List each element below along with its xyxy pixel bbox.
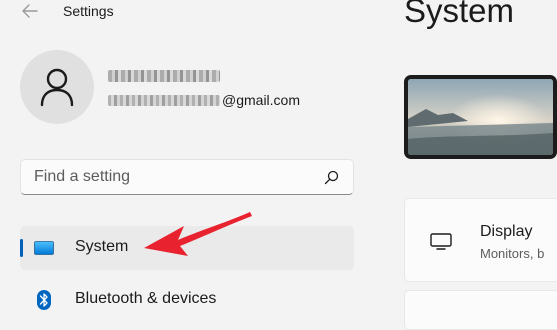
avatar[interactable] (20, 50, 94, 124)
search-box[interactable] (20, 159, 354, 195)
display-card[interactable]: Display Monitors, b (404, 198, 557, 282)
page-title: System (404, 0, 515, 29)
monitor-icon (34, 239, 54, 257)
sidebar-item-bluetooth-devices[interactable]: Bluetooth & devices (20, 278, 354, 322)
settings-card[interactable] (404, 290, 557, 330)
user-name-redacted (108, 70, 220, 82)
user-email: @gmail.com (108, 92, 300, 108)
search-input[interactable] (21, 160, 324, 194)
search-icon[interactable] (324, 170, 339, 185)
display-icon (430, 233, 452, 250)
app-title: Settings (63, 3, 114, 19)
bluetooth-icon (34, 290, 54, 310)
person-icon (40, 68, 74, 107)
annotation-arrow-icon (144, 212, 252, 256)
desktop-preview (404, 75, 557, 159)
sidebar-item-label: System (75, 238, 129, 255)
email-suffix: @gmail.com (222, 92, 301, 108)
back-arrow-icon[interactable] (20, 2, 40, 20)
selection-indicator (20, 239, 23, 257)
sidebar-item-label: Bluetooth & devices (75, 290, 217, 307)
email-redacted (108, 94, 220, 106)
card-title: Display (480, 223, 533, 240)
card-subtitle: Monitors, b (480, 246, 545, 261)
